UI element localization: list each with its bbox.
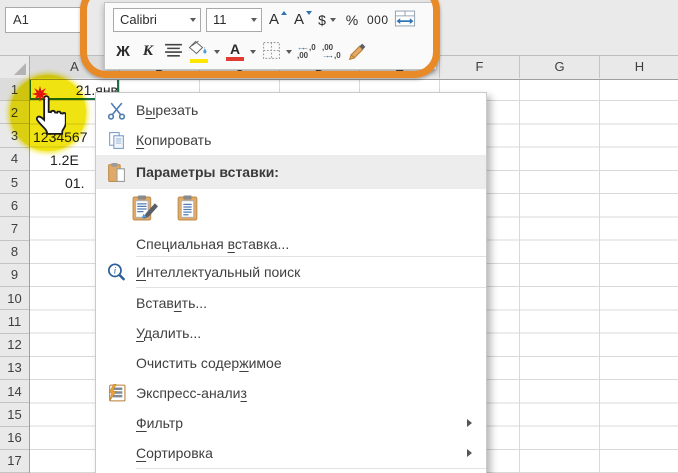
paste-formatting-button[interactable] [130, 194, 160, 226]
menu-separator [96, 256, 486, 257]
context-menu: Вырезать Копировать Параметры вставки: Спец… [95, 92, 487, 473]
row-header-4[interactable]: 4 [0, 148, 29, 171]
menu-item-label: Вставить... [136, 295, 486, 311]
menu-item-label: Вырезать [136, 102, 486, 118]
row-header-16[interactable]: 16 [0, 427, 29, 450]
select-all-triangle-icon [14, 63, 26, 75]
menu-item-копировать[interactable]: Копировать [96, 125, 486, 155]
paste-options-header: Параметры вставки: [96, 155, 486, 189]
column-header-G[interactable]: G [520, 56, 600, 78]
submenu-arrow-icon [467, 449, 472, 457]
gridline [599, 78, 600, 473]
menu-item-интеллектуальныйпоиск[interactable]: i Интеллектуальный поиск [96, 257, 486, 287]
name-box[interactable]: A1 [5, 7, 86, 33]
row-header-15[interactable]: 15 [0, 403, 29, 426]
gridline [519, 78, 520, 473]
copy-icon [96, 131, 136, 150]
column-header-H[interactable]: H [600, 56, 678, 78]
menu-item-экспрессанализ[interactable]: Экспресс-анализ [96, 378, 486, 408]
row-header-7[interactable]: 7 [0, 217, 29, 240]
paste-icon [175, 195, 201, 225]
row-header-13[interactable]: 13 [0, 357, 29, 380]
row-header-17[interactable]: 17 [0, 450, 29, 473]
annotation-ring [80, 0, 440, 78]
paste-options-row [96, 189, 486, 231]
row-header-9[interactable]: 9 [0, 264, 29, 287]
click-star-icon [31, 85, 49, 108]
menu-item-label: Интеллектуальный поиск [136, 264, 486, 280]
row-header-5[interactable]: 5 [0, 171, 29, 194]
menu-item-label: Фильтр [136, 415, 467, 431]
submenu-arrow-icon [467, 419, 472, 427]
menu-separator [96, 287, 486, 288]
row-header-6[interactable]: 6 [0, 194, 29, 217]
row-header-12[interactable]: 12 [0, 334, 29, 357]
select-all-corner[interactable] [0, 56, 30, 78]
menu-item-удалить[interactable]: Удалить... [96, 318, 486, 348]
row-header-10[interactable]: 10 [0, 287, 29, 310]
column-header-F[interactable]: F [440, 56, 520, 78]
menu-item-label: Сортировка [136, 445, 467, 461]
menu-item-label: Специальная вставка... [136, 236, 486, 252]
excel-window: A1 ABCDEFGH 1234567891011121314151617 21… [0, 0, 678, 473]
smart-lookup-icon: i [96, 262, 136, 283]
svg-text:i: i [113, 266, 116, 276]
menu-item-фильтр[interactable]: Фильтр [96, 408, 486, 438]
scissors-icon [96, 101, 136, 120]
menu-item-вырезать[interactable]: Вырезать [96, 95, 486, 125]
menu-item-сортировка[interactable]: Сортировка [96, 438, 486, 468]
row-header-14[interactable]: 14 [0, 380, 29, 403]
row-header-8[interactable]: 8 [0, 241, 29, 264]
menu-item-label: Копировать [136, 132, 486, 148]
paste-formatting-icon [132, 195, 158, 225]
paste-button[interactable] [173, 194, 203, 226]
menu-item-вставить[interactable]: Вставить... [96, 288, 486, 318]
menu-separator [96, 468, 486, 469]
menu-item-специальнаявставка[interactable]: Специальная вставка... [96, 231, 486, 256]
menu-item-очиститьсодержимое[interactable]: Очистить содержимое [96, 348, 486, 378]
menu-item-label: Параметры вставки: [136, 164, 486, 180]
menu-item-label: Очистить содержимое [136, 355, 486, 371]
clipboard-icon [96, 162, 136, 183]
menu-item-label: Удалить... [136, 325, 486, 341]
menu-item-label: Экспресс-анализ [136, 385, 486, 401]
row-header-11[interactable]: 11 [0, 310, 29, 333]
quick-analysis-icon [96, 384, 136, 402]
